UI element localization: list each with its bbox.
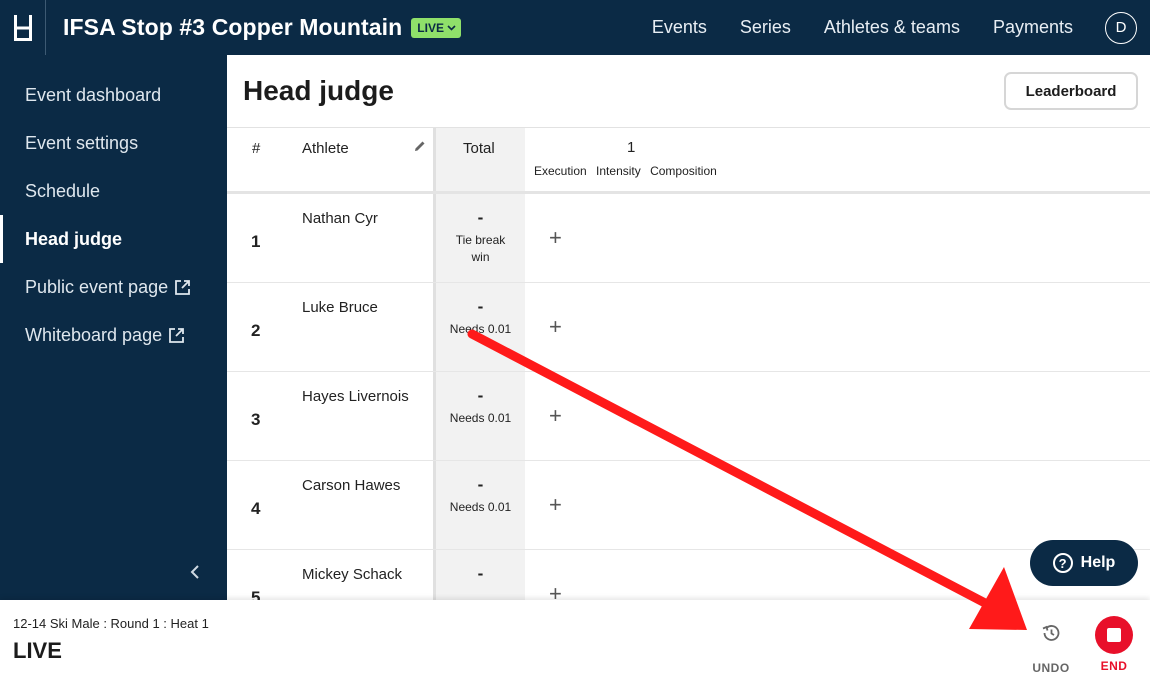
sidebar-item-public-event-page[interactable]: Public event page — [0, 263, 227, 311]
row-total-cell: - Tie break win — [433, 194, 525, 282]
stop-icon — [1095, 616, 1133, 654]
row-athlete-name: Nathan Cyr — [302, 210, 378, 227]
bottom-bar: 12-14 Ski Male : Round 1 : Heat 1 LIVE U… — [0, 600, 1150, 677]
sidebar-item-whiteboard-page[interactable]: Whiteboard page — [0, 311, 227, 359]
end-button[interactable]: END — [1094, 616, 1134, 673]
live-pill-label: LIVE — [417, 20, 444, 35]
top-nav: Events Series Athletes & teams Payments … — [619, 11, 1150, 44]
sidebar-item-event-dashboard[interactable]: Event dashboard — [0, 71, 227, 119]
nav-events[interactable]: Events — [652, 17, 707, 38]
help-label: Help — [1080, 554, 1116, 571]
sidebar-item-label: Schedule — [25, 180, 101, 201]
undo-button[interactable]: UNDO — [1030, 622, 1072, 675]
undo-label: UNDO — [1032, 661, 1070, 675]
row-rank: 1 — [251, 232, 261, 251]
add-score-plus-icon[interactable]: + — [549, 492, 562, 518]
logo-icon[interactable] — [0, 0, 46, 55]
row-total-cell: - Needs 0.01 — [433, 461, 525, 549]
heat-status: LIVE — [13, 638, 62, 663]
collapse-sidebar-icon[interactable] — [190, 563, 200, 584]
edit-pencil-icon[interactable] — [413, 139, 427, 158]
table-row: 1 Nathan Cyr - Tie break win + — [227, 194, 1150, 283]
row-rank: 3 — [251, 410, 261, 429]
table-row: 2 Luke Bruce - Needs 0.01 + — [227, 283, 1150, 372]
row-total-value: - — [477, 475, 484, 494]
end-label: END — [1100, 659, 1128, 673]
row-total-cell: - — [433, 550, 525, 600]
table-header: # Athlete Total 1 Execution Intensity Co… — [227, 127, 1150, 194]
page-title: Head judge — [243, 75, 394, 106]
scoring-table: # Athlete Total 1 Execution Intensity Co… — [227, 127, 1150, 600]
history-icon — [1042, 625, 1060, 641]
sub-column-headers: Execution Intensity Composition — [534, 164, 717, 178]
sub-col-composition: Composition — [650, 164, 717, 178]
sidebar-item-event-settings[interactable]: Event settings — [0, 119, 227, 167]
question-icon: ? — [1052, 553, 1073, 573]
sidebar-item-label: Head judge — [25, 228, 123, 249]
row-total-note: Needs 0.01 — [449, 411, 512, 425]
leaderboard-button[interactable]: Leaderboard — [1004, 72, 1138, 110]
sub-col-intensity: Intensity — [596, 164, 641, 178]
event-title: IFSA Stop #3 Copper Mountain — [63, 14, 403, 40]
col-header-total: Total — [463, 140, 495, 157]
top-bar: IFSA Stop #3 Copper Mountain LIVE Events… — [0, 0, 1150, 55]
row-athlete-name: Hayes Livernois — [302, 388, 409, 405]
row-total-note: Needs 0.01 — [449, 500, 512, 514]
sidebar: Event dashboard Event settings Schedule … — [0, 55, 227, 600]
nav-payments[interactable]: Payments — [993, 17, 1073, 38]
row-total-value: - — [477, 386, 484, 405]
row-athlete-name: Carson Hawes — [302, 477, 401, 494]
sub-col-execution: Execution — [534, 164, 587, 178]
main-content: Head judge Leaderboard # Athlete Total 1… — [227, 55, 1150, 600]
avatar[interactable]: D — [1105, 11, 1137, 44]
row-total-value: - — [477, 297, 484, 316]
total-column-bg — [433, 128, 525, 191]
add-score-plus-icon[interactable]: + — [549, 403, 562, 429]
row-total-cell: - Needs 0.01 — [433, 372, 525, 460]
table-row: 4 Carson Hawes - Needs 0.01 + — [227, 461, 1150, 550]
help-button[interactable]: ? Help — [1030, 540, 1138, 586]
sidebar-item-label: Whiteboard page — [25, 324, 163, 345]
table-row: 5 Mickey Schack - + — [227, 550, 1150, 600]
live-status-dropdown[interactable]: LIVE — [411, 17, 461, 38]
sidebar-item-label: Event settings — [25, 132, 139, 153]
sidebar-item-label: Public event page — [25, 276, 169, 297]
col-header-athlete: Athlete — [302, 140, 349, 157]
sidebar-item-head-judge[interactable]: Head judge — [0, 215, 227, 263]
table-row: 3 Hayes Livernois - Needs 0.01 + — [227, 372, 1150, 461]
external-link-icon — [168, 327, 185, 344]
row-rank: 5 — [251, 588, 261, 600]
add-score-plus-icon[interactable]: + — [549, 581, 562, 600]
row-athlete-name: Mickey Schack — [302, 566, 403, 583]
heat-info: 12-14 Ski Male : Round 1 : Heat 1 — [13, 616, 209, 631]
chevron-down-icon — [447, 24, 456, 31]
row-athlete-name: Luke Bruce — [302, 299, 378, 316]
add-score-plus-icon[interactable]: + — [549, 225, 562, 251]
sidebar-item-label: Event dashboard — [25, 84, 162, 105]
add-score-plus-icon[interactable]: + — [549, 314, 562, 340]
row-rank: 4 — [251, 499, 261, 518]
sidebar-item-schedule[interactable]: Schedule — [0, 167, 227, 215]
external-link-icon — [174, 279, 191, 296]
col-header-round: 1 — [627, 139, 636, 156]
row-total-note: Needs 0.01 — [449, 322, 512, 336]
row-total-value: - — [477, 208, 484, 227]
row-total-cell: - Needs 0.01 — [433, 283, 525, 371]
nav-athletes-teams[interactable]: Athletes & teams — [824, 17, 960, 38]
row-total-value: - — [477, 564, 484, 583]
row-rank: 2 — [251, 321, 261, 340]
nav-series[interactable]: Series — [740, 17, 791, 38]
row-total-note: Tie break win — [455, 233, 506, 264]
col-header-rank: # — [252, 140, 261, 157]
